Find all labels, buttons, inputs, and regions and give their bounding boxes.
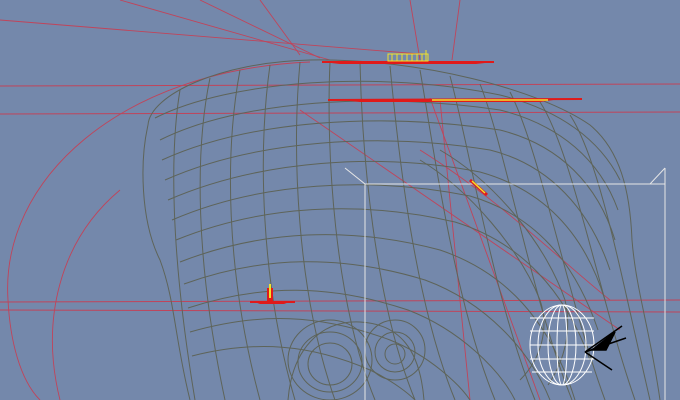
- top-handle[interactable]: [322, 50, 494, 64]
- brow-handle[interactable]: [327, 98, 583, 102]
- 3d-viewport[interactable]: [0, 0, 680, 400]
- transform-gizmo-icon[interactable]: [584, 325, 627, 371]
- viewport-canvas[interactable]: [0, 0, 680, 400]
- side-handle[interactable]: [250, 284, 295, 304]
- head-mesh[interactable]: [142, 59, 661, 400]
- ear-mesh[interactable]: [287, 319, 426, 400]
